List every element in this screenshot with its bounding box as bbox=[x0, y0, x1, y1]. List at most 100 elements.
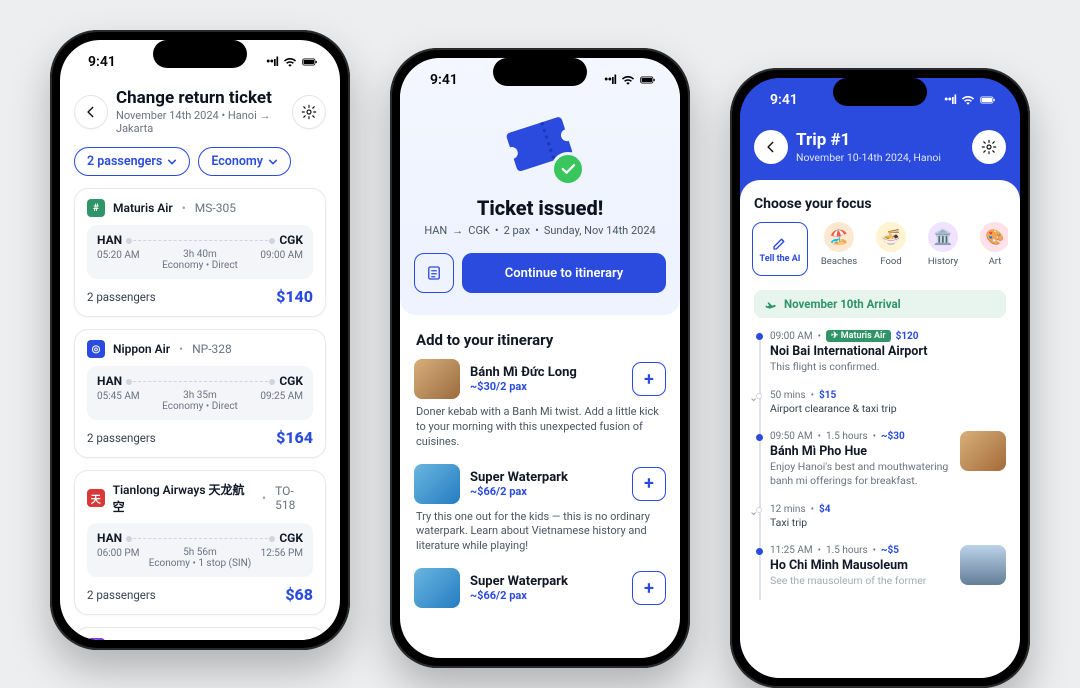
route-line bbox=[128, 538, 273, 539]
timeline-thumb bbox=[960, 431, 1006, 471]
timeline-item[interactable]: ⌄ 12 mins•$4 Taxi trip bbox=[770, 500, 1006, 542]
status-time: 9:41 bbox=[770, 92, 798, 108]
itinerary-thumb bbox=[414, 568, 460, 608]
duration: 3h 35mEconomy • Direct bbox=[162, 390, 238, 412]
route-line bbox=[128, 240, 273, 241]
timeline-body: See the mausoleum of the former bbox=[770, 574, 952, 588]
airline-chip: ✈ Maturis Air bbox=[826, 330, 891, 342]
focus-emoji-icon: 🍜 bbox=[876, 222, 906, 252]
back-button[interactable] bbox=[74, 95, 108, 129]
focus-item[interactable]: 🏛️ History bbox=[920, 222, 966, 276]
flight-card[interactable]: ✦ Interlink • IT-729 HAN CGK bbox=[74, 627, 326, 640]
notch bbox=[493, 58, 587, 86]
flight-card[interactable]: ◎ Nippon Air • NP-328 HAN CGK 05:45 AM 3… bbox=[74, 329, 326, 458]
arrive-time: 09:25 AM bbox=[260, 391, 303, 412]
add-button[interactable]: + bbox=[632, 571, 666, 605]
status-icons: ••ıl bbox=[266, 55, 318, 70]
timeline-title: Airport clearance & taxi trip bbox=[770, 402, 1006, 416]
hero-subtitle: HAN→CGK •2 pax•Sunday, Nov 14th 2024 bbox=[424, 224, 655, 237]
chevron-down-icon bbox=[268, 157, 278, 167]
tell-ai-button[interactable]: Tell the AI bbox=[752, 222, 808, 276]
focus-emoji-icon: 🏖️ bbox=[824, 222, 854, 252]
page-title: Change return ticket bbox=[116, 88, 284, 108]
airline-logo: 天 bbox=[87, 489, 105, 507]
phone-ticket-issued: 9:41 ••ıl Ticket issued! bbox=[390, 48, 690, 668]
itinerary-section-header: Add to your itinerary bbox=[416, 331, 664, 349]
depart-code: HAN bbox=[97, 374, 122, 388]
add-button[interactable]: + bbox=[632, 467, 666, 501]
focus-emoji-icon: 🎨 bbox=[980, 222, 1008, 252]
arrive-code: CGK bbox=[279, 531, 303, 545]
itinerary-icon-button[interactable] bbox=[414, 253, 454, 293]
itinerary-desc: Doner kebab with a Banh Mi twist. Add a … bbox=[416, 405, 664, 450]
airline-logo: # bbox=[87, 199, 105, 217]
focus-item[interactable]: 🎨 Art bbox=[972, 222, 1008, 276]
focus-item[interactable]: 🏖️ Beaches bbox=[816, 222, 862, 276]
timeline-title: Bánh Mì Pho Hue bbox=[770, 444, 952, 459]
focus-label: Food bbox=[880, 256, 901, 267]
flight-card[interactable]: # Maturis Air • MS-305 HAN CGK 05:20 AM … bbox=[74, 188, 326, 317]
itinerary-title: Super Waterpark bbox=[470, 574, 622, 589]
airline-logo: ◎ bbox=[87, 340, 105, 358]
itinerary-item: Super Waterpark ~$66/2 pax + bbox=[414, 568, 666, 608]
arrive-time: 09:00 AM bbox=[260, 250, 303, 271]
settings-button[interactable] bbox=[292, 95, 326, 129]
focus-header: Choose your focus bbox=[754, 196, 1006, 212]
flight-code: MS-305 bbox=[195, 201, 236, 215]
plane-landing-icon bbox=[764, 297, 778, 311]
notch bbox=[833, 78, 927, 106]
class-filter[interactable]: Economy bbox=[198, 147, 291, 176]
passengers-filter[interactable]: 2 passengers bbox=[74, 147, 190, 176]
back-button[interactable] bbox=[754, 130, 788, 164]
focus-label: Art bbox=[989, 256, 1002, 267]
settings-button[interactable] bbox=[972, 130, 1006, 164]
arrive-code: CGK bbox=[279, 374, 303, 388]
flight-code: TO-518 bbox=[275, 484, 313, 512]
arrive-time: 12:56 PM bbox=[261, 548, 303, 569]
timeline-item[interactable]: 09:00 AM•✈ Maturis Air$120 Noi Bai Inter… bbox=[770, 326, 1006, 386]
screen-content: Change return ticket November 14th 2024 … bbox=[60, 84, 340, 640]
route-line bbox=[128, 381, 273, 382]
arrival-chip: November 10th Arrival bbox=[754, 290, 1006, 318]
itinerary-thumb bbox=[414, 464, 460, 504]
timeline-item[interactable]: ⌄ 50 mins•$15 Airport clearance & taxi t… bbox=[770, 386, 1006, 428]
notch bbox=[153, 40, 247, 68]
itinerary-desc: Try this one out for the kids — this is … bbox=[416, 510, 664, 555]
status-time: 9:41 bbox=[88, 54, 116, 70]
phone-change-ticket: 9:41 ••ıl Change return ticket November … bbox=[50, 30, 350, 650]
page-subtitle: November 14th 2024 • Hanoi → Jakarta bbox=[116, 109, 284, 135]
timeline-title: Taxi trip bbox=[770, 516, 1006, 530]
status-time: 9:41 bbox=[430, 72, 458, 88]
status-icons: ••ıl bbox=[944, 93, 996, 108]
timeline-title: Ho Chi Minh Mausoleum bbox=[770, 558, 952, 573]
flight-card[interactable]: 天 Tianlong Airways 天龙航空 • TO-518 HAN CGK… bbox=[74, 470, 326, 615]
airline-name: Tianlong Airways 天龙航空 bbox=[113, 481, 253, 515]
continue-button[interactable]: Continue to itinerary bbox=[462, 253, 666, 293]
focus-label: History bbox=[928, 256, 958, 267]
price: $140 bbox=[276, 287, 313, 306]
timeline-title: Noi Bai International Airport bbox=[770, 344, 1006, 359]
depart-time: 05:20 AM bbox=[97, 250, 140, 271]
pax-count: 2 passengers bbox=[87, 290, 156, 304]
chevron-down-icon bbox=[167, 157, 177, 167]
itinerary-item: Super Waterpark ~$66/2 pax + bbox=[414, 464, 666, 504]
focus-item[interactable]: 🍜 Food bbox=[868, 222, 914, 276]
trip-title: Trip #1 bbox=[796, 130, 964, 150]
phone-trip: 9:41 ••ıl Trip #1 November 10-14th 2024,… bbox=[730, 68, 1030, 688]
price: $68 bbox=[285, 585, 313, 604]
focus-label: Beaches bbox=[821, 256, 857, 267]
price: $164 bbox=[276, 428, 313, 447]
itinerary-title: Bánh Mì Đức Long bbox=[470, 365, 622, 380]
itinerary-price: ~$30/2 pax bbox=[470, 380, 622, 393]
ticket-icon bbox=[505, 116, 575, 180]
depart-time: 06:00 PM bbox=[97, 548, 139, 569]
airline-name: Maturis Air bbox=[113, 201, 173, 215]
itinerary-item: Bánh Mì Đức Long ~$30/2 pax + bbox=[414, 359, 666, 399]
add-button[interactable]: + bbox=[632, 362, 666, 396]
flight-code: NP-328 bbox=[192, 342, 232, 356]
duration: 3h 40mEconomy • Direct bbox=[162, 249, 238, 271]
pax-count: 2 passengers bbox=[87, 588, 156, 602]
edit-icon bbox=[771, 234, 789, 252]
timeline-item[interactable]: 09:50 AM•1.5 hours•~$30 Bánh Mì Pho Hue … bbox=[770, 427, 1006, 499]
timeline-item[interactable]: 11:25 AM•1.5 hours•~$5 Ho Chi Minh Mauso… bbox=[770, 541, 1006, 600]
